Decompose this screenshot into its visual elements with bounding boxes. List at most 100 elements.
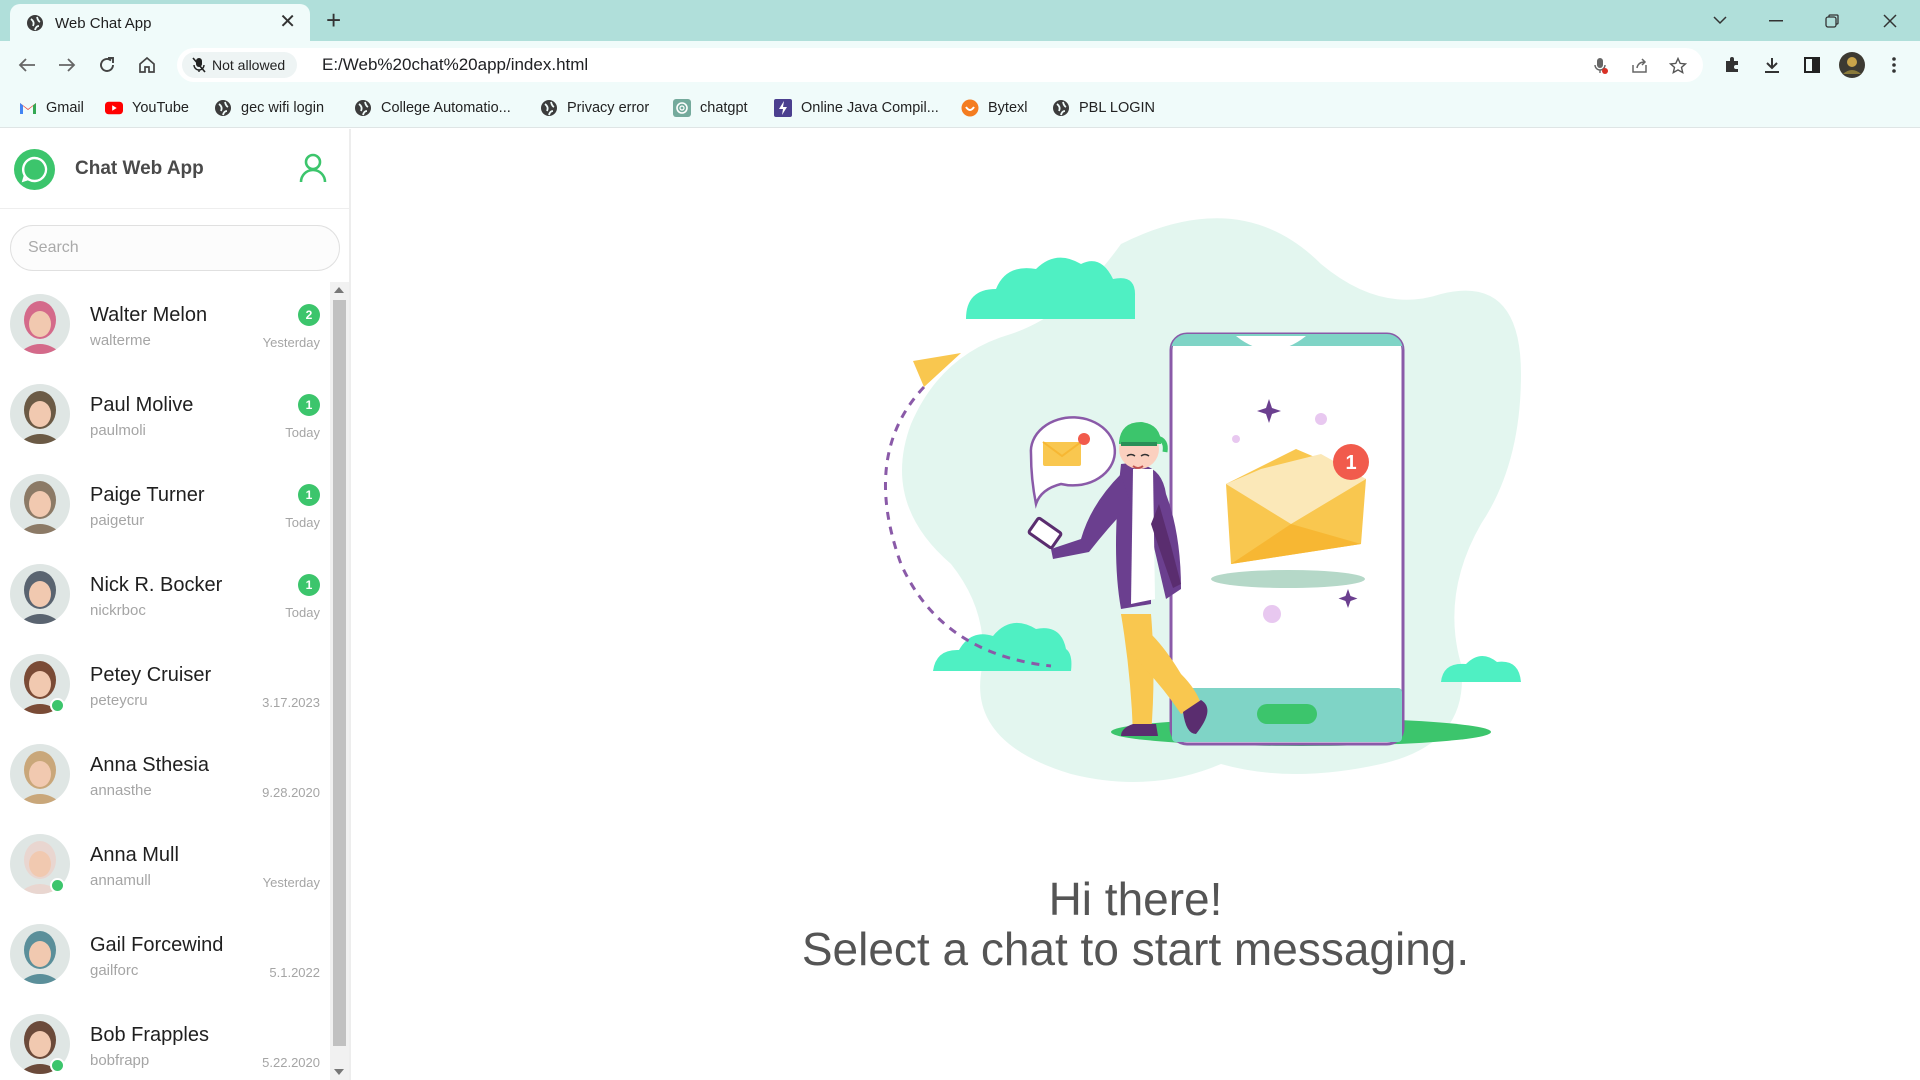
contact-name: Bob Frapples <box>90 1024 209 1046</box>
unread-count-badge: 1 <box>298 574 320 596</box>
contact-handle: annasthe <box>90 782 152 799</box>
contact-name: Anna Mull <box>90 844 179 866</box>
sidebar: Chat Web App Walter Melon walterme 2 Yester… <box>0 129 351 1080</box>
contact-handle: gailforc <box>90 962 139 979</box>
globe-icon <box>27 15 43 31</box>
share-icon[interactable] <box>1629 55 1651 77</box>
search-input[interactable] <box>10 225 340 271</box>
back-arrow-icon[interactable] <box>13 51 41 79</box>
contact-name: Nick R. Bocker <box>90 574 223 596</box>
contact-handle: walterme <box>90 332 151 349</box>
contact-row[interactable]: Walter Melon walterme 2 Yesterday <box>0 282 330 372</box>
contact-handle: annamull <box>90 872 151 889</box>
home-icon[interactable] <box>133 51 161 79</box>
online-status-dot <box>50 698 65 713</box>
browser-tab-strip: Web Chat App ✕ + <box>0 0 1920 41</box>
contact-handle: nickrboc <box>90 602 146 619</box>
bolt-icon <box>774 99 792 117</box>
contact-name: Petey Cruiser <box>90 664 212 686</box>
last-message-time: Today <box>285 605 320 620</box>
minimize-window-icon[interactable] <box>1748 0 1804 41</box>
address-bar[interactable]: Not allowed E:/Web%20chat%20app/index.ht… <box>177 48 1703 82</box>
contact-avatar <box>10 294 70 354</box>
contact-row[interactable]: Nick R. Bocker nickrboc 1 Today <box>0 552 330 642</box>
bookmark-gmail[interactable]: Gmail <box>19 98 84 118</box>
download-icon[interactable] <box>1758 51 1786 79</box>
forward-arrow-icon[interactable] <box>53 51 81 79</box>
contact-row[interactable]: Paul Molive paulmoli 1 Today <box>0 372 330 462</box>
contact-row[interactable]: Gail Forcewind gailforc 5.1.2022 <box>0 912 330 1002</box>
contact-avatar <box>10 924 70 984</box>
unread-count-badge: 1 <box>298 394 320 416</box>
profile-avatar[interactable] <box>1838 51 1866 79</box>
bookmark-chatgpt[interactable]: chatgpt <box>673 98 748 118</box>
youtube-icon <box>105 99 123 117</box>
last-message-time: Yesterday <box>262 875 320 890</box>
tab-search-chevron-icon[interactable] <box>1692 0 1748 41</box>
last-message-time: Today <box>285 515 320 530</box>
online-status-dot <box>50 1058 65 1073</box>
browser-tab[interactable]: Web Chat App ✕ <box>10 4 310 41</box>
contact-handle: paulmoli <box>90 422 146 439</box>
scroll-down-arrow-icon[interactable] <box>334 1069 344 1075</box>
new-tab-button[interactable]: + <box>326 5 341 35</box>
site-permission-chip[interactable]: Not allowed <box>182 52 298 78</box>
bookmark-star-icon[interactable] <box>1667 55 1689 77</box>
scrollbar-thumb[interactable] <box>333 300 346 1046</box>
contact-avatar <box>10 744 70 804</box>
side-panel-icon[interactable] <box>1798 51 1826 79</box>
browser-toolbar: Not allowed E:/Web%20chat%20app/index.ht… <box>0 41 1920 88</box>
contact-row[interactable]: Bob Frapples bobfrapp 5.22.2020 <box>0 1002 330 1080</box>
more-menu-icon[interactable] <box>1880 51 1908 79</box>
contact-list-scrollbar[interactable] <box>330 282 349 1080</box>
extensions-puzzle-icon[interactable] <box>1718 51 1746 79</box>
bookmark-college-automation[interactable]: College Automatio... <box>354 98 511 118</box>
gmail-icon <box>19 99 37 117</box>
contact-avatar <box>10 474 70 534</box>
last-message-time: 5.1.2022 <box>269 965 320 980</box>
close-window-icon[interactable] <box>1862 0 1918 41</box>
chat-app: Chat Web App Walter Melon walterme 2 Yester… <box>0 129 1920 1080</box>
contact-list: Walter Melon walterme 2 Yesterday Paul Moliv… <box>0 282 330 1080</box>
globe-icon <box>354 99 372 117</box>
bookmark-youtube[interactable]: YouTube <box>105 98 189 118</box>
contact-name: Paul Molive <box>90 394 194 416</box>
contact-name: Walter Melon <box>90 304 208 326</box>
last-message-time: Today <box>285 425 320 440</box>
unread-count-badge: 2 <box>298 304 320 326</box>
contact-row[interactable]: Petey Cruiser peteycru 3.17.2023 <box>0 642 330 732</box>
app-title: Chat Web App <box>75 158 204 179</box>
last-message-time: 5.22.2020 <box>262 1055 320 1070</box>
contact-handle: bobfrapp <box>90 1052 150 1069</box>
microphone-blocked-icon[interactable] <box>1590 55 1612 77</box>
scroll-up-arrow-icon[interactable] <box>334 287 344 293</box>
last-message-time: 3.17.2023 <box>262 695 320 710</box>
bookmark-bytexl[interactable]: Bytexl <box>961 98 1028 118</box>
tab-title: Web Chat App <box>55 15 152 32</box>
contact-row[interactable]: Anna Mull annamull Yesterday <box>0 822 330 912</box>
contact-avatar <box>10 384 70 444</box>
close-tab-icon[interactable]: ✕ <box>279 11 296 33</box>
bookmark-gec-wifi-login[interactable]: gec wifi login <box>214 98 324 118</box>
online-status-dot <box>50 878 65 893</box>
bookmark-privacy-error[interactable]: Privacy error <box>540 98 649 118</box>
contact-row[interactable]: Anna Sthesia annasthe 9.28.2020 <box>0 732 330 822</box>
microphone-blocked-icon <box>192 57 206 73</box>
site-chip-label: Not allowed <box>212 57 286 73</box>
chatgpt-icon <box>673 99 691 117</box>
url-text: E:/Web%20chat%20app/index.html <box>322 55 589 74</box>
contact-name: Anna Sthesia <box>90 754 209 776</box>
reload-icon[interactable] <box>93 51 121 79</box>
globe-icon <box>540 99 558 117</box>
contact-row[interactable]: Paige Turner paigetur 1 Today <box>0 462 330 552</box>
restore-window-icon[interactable] <box>1804 0 1860 41</box>
illustration-badge: 1 <box>1345 452 1356 474</box>
bookmark-pbl-login[interactable]: PBL LOGIN <box>1052 98 1155 118</box>
user-profile-icon[interactable] <box>298 151 328 185</box>
contact-name: Paige Turner <box>90 484 205 506</box>
welcome-subheading: Select a chat to start messaging. <box>801 923 1470 975</box>
bytexl-icon <box>961 99 979 117</box>
bookmark-online-java-compiler[interactable]: Online Java Compil... <box>774 98 939 118</box>
welcome-heading: Hi there! <box>1048 873 1223 925</box>
last-message-time: Yesterday <box>262 335 320 350</box>
